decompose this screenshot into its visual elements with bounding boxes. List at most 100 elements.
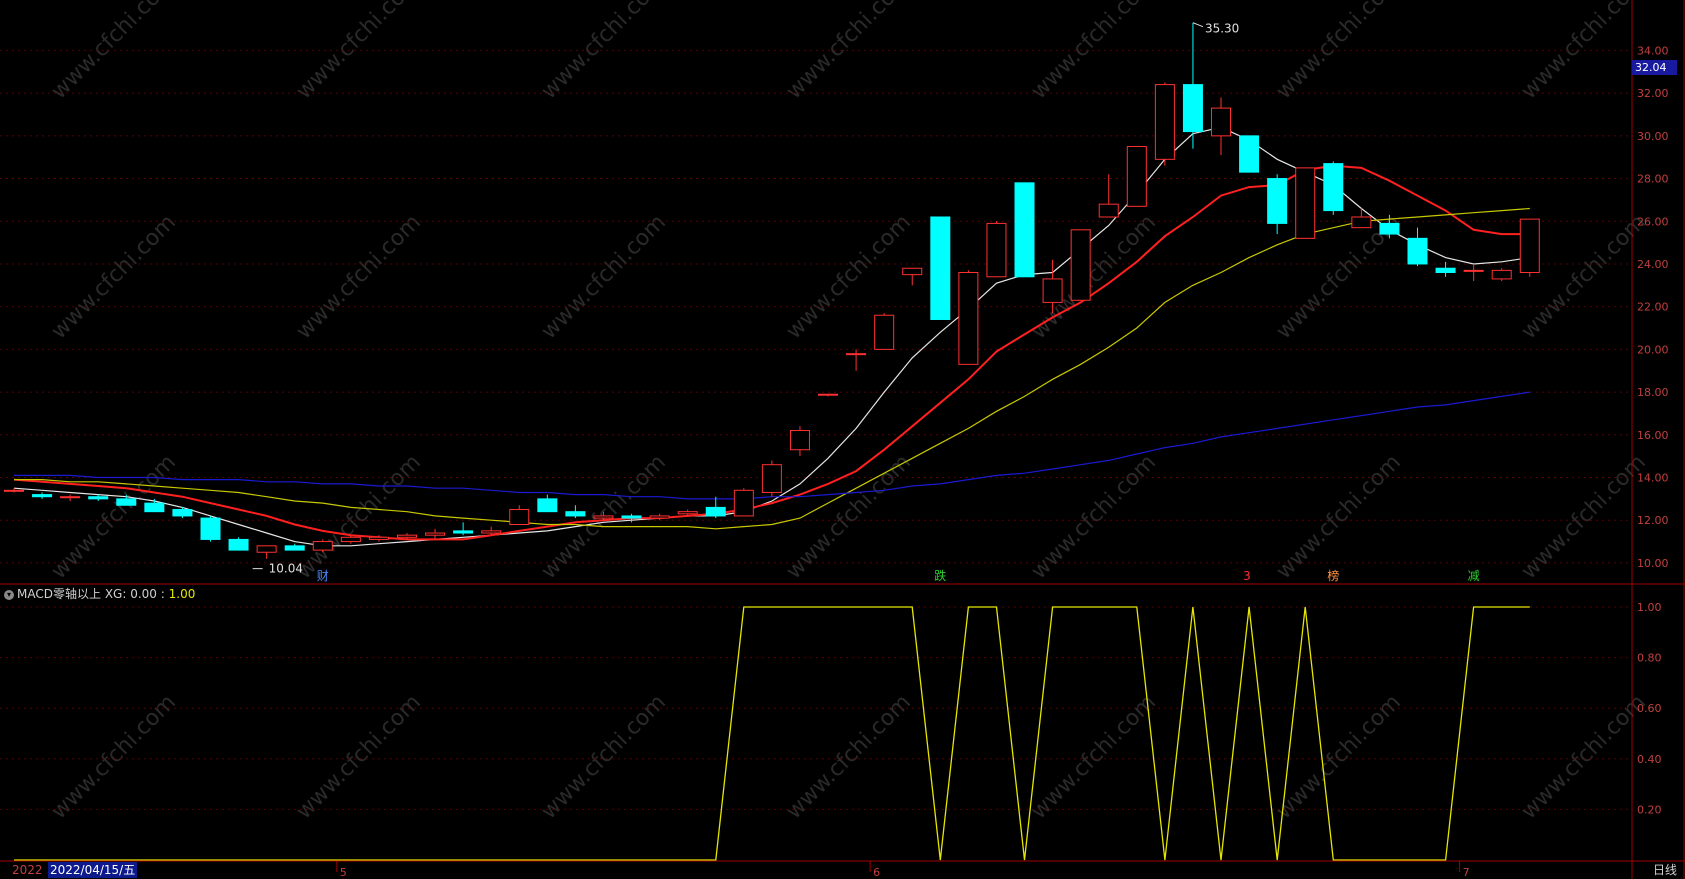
- y-tick-label: 0.60: [1637, 702, 1662, 715]
- y-tick-label: 22.00: [1637, 301, 1669, 314]
- y-tick-label: 10.00: [1637, 557, 1669, 570]
- candle-body: [733, 489, 754, 517]
- watermark-text: www.cfchi.com: [292, 0, 426, 104]
- candle-body: [60, 496, 81, 499]
- candle-body: [565, 511, 586, 517]
- candle-body: [509, 509, 530, 525]
- candle-body: [958, 272, 979, 365]
- candle-body: [649, 515, 670, 519]
- watermark-text: www.cfchi.com: [537, 690, 671, 824]
- watermark-text: www.cfchi.com: [1027, 0, 1161, 104]
- low-price-label: 10.04: [269, 562, 303, 576]
- candle-body: [1379, 222, 1400, 235]
- y-tick-label: 12.00: [1637, 514, 1669, 527]
- candle-body: [1519, 218, 1540, 274]
- high-arrow: [1192, 22, 1204, 28]
- candle-body: [1154, 84, 1175, 160]
- candle-body: [537, 498, 558, 513]
- event-marker: 跌: [934, 568, 946, 583]
- candle-body: [1182, 84, 1203, 133]
- candle-body: [1014, 182, 1035, 278]
- candle-body: [396, 534, 417, 538]
- event-marker: 3: [1243, 569, 1251, 583]
- event-marker: 榜: [1327, 568, 1339, 583]
- watermark-text: www.cfchi.com: [47, 210, 181, 344]
- candle-body: [1491, 269, 1512, 280]
- x-month-label: 6: [873, 866, 880, 879]
- candle-body: [1435, 267, 1456, 274]
- candle-body: [144, 502, 165, 513]
- candle-body: [761, 464, 782, 493]
- watermark-text: www.cfchi.com: [47, 0, 181, 104]
- candle-body: [1407, 237, 1428, 265]
- stock-chart[interactable]: www.cfchi.com www.cfchi.com www.cfchi.com w…: [0, 0, 1685, 879]
- candle-body: [228, 538, 249, 551]
- candle-body: [1042, 278, 1063, 303]
- candle-body: [1070, 229, 1091, 301]
- event-marker: 财: [317, 569, 329, 583]
- candle-body: [32, 494, 53, 498]
- event-marker: 减: [1468, 569, 1480, 583]
- y-tick-label: 1.00: [1637, 601, 1662, 614]
- candle-body: [930, 216, 951, 320]
- candle-body: [846, 353, 867, 356]
- watermark-text: www.cfchi.com: [1517, 450, 1651, 584]
- watermark-text: www.cfchi.com: [782, 210, 916, 344]
- candle-body: [340, 536, 361, 543]
- watermark-text: www.cfchi.com: [47, 690, 181, 824]
- y-tick-label: 28.00: [1637, 173, 1669, 186]
- candle-body: [116, 498, 137, 506]
- cursor-date: 2022/04/15/五: [48, 862, 138, 878]
- candle-body: [1323, 163, 1344, 212]
- chevron-down-icon[interactable]: ▾: [4, 589, 14, 600]
- watermark-text: www.cfchi.com: [1272, 0, 1406, 104]
- watermark-text: www.cfchi.com: [292, 690, 426, 824]
- candle-body: [1463, 269, 1484, 272]
- x-month-label: 7: [1463, 866, 1470, 879]
- watermark-text: www.cfchi.com: [1517, 690, 1651, 824]
- y-tick-label: 0.20: [1637, 803, 1662, 816]
- candle-body: [705, 506, 726, 517]
- candle-body: [1098, 203, 1119, 218]
- watermark-text: www.cfchi.com: [47, 450, 181, 584]
- watermark-text: www.cfchi.com: [782, 690, 916, 824]
- candle-body: [1211, 107, 1232, 137]
- y-tick-label: 18.00: [1637, 386, 1669, 399]
- candle-body: [593, 515, 614, 519]
- x-month-label: 5: [340, 866, 347, 879]
- candle-body: [200, 517, 221, 540]
- candle-body: [1239, 135, 1260, 173]
- watermark-text: www.cfchi.com: [1027, 690, 1161, 824]
- candle-body: [1267, 178, 1288, 224]
- y-tick-label: 16.00: [1637, 429, 1669, 442]
- year-label: 2022: [12, 863, 43, 877]
- candle-body: [4, 489, 24, 492]
- candle-body: [677, 511, 698, 515]
- candle-body: [256, 545, 277, 553]
- watermark-text: www.cfchi.com: [1272, 690, 1406, 824]
- candle-body: [1351, 216, 1372, 229]
- indicator-title[interactable]: ▾ MACD零轴以上 XG: 0.00 : 1.00: [4, 585, 195, 602]
- high-price-label: 35.30: [1205, 22, 1239, 36]
- indicator-sep: :: [160, 587, 165, 601]
- candle-body: [312, 541, 333, 551]
- indicator-panel: [14, 606, 1530, 861]
- watermark-text: www.cfchi.com: [537, 0, 671, 104]
- y-tick-label: 34.00: [1637, 44, 1669, 57]
- period-button[interactable]: 日线: [1653, 862, 1677, 878]
- watermark-text: www.cfchi.com: [1517, 0, 1651, 104]
- watermark-text: www.cfchi.com: [1272, 450, 1406, 584]
- candle-body: [172, 509, 193, 517]
- candle-body: [902, 267, 923, 276]
- y-tick-label: 30.00: [1637, 130, 1669, 143]
- candle-body: [481, 530, 502, 534]
- candle-body: [368, 536, 389, 540]
- candle-body: [621, 515, 642, 519]
- candle-body: [88, 496, 109, 500]
- indicator-xg-label: XG: 0.00: [104, 587, 157, 601]
- watermark-text: www.cfchi.com: [537, 210, 671, 344]
- candle-body: [1126, 146, 1147, 207]
- xg-signal-line: [14, 606, 1530, 861]
- y-tick-label: 0.40: [1637, 753, 1662, 766]
- candle-body: [1295, 167, 1316, 239]
